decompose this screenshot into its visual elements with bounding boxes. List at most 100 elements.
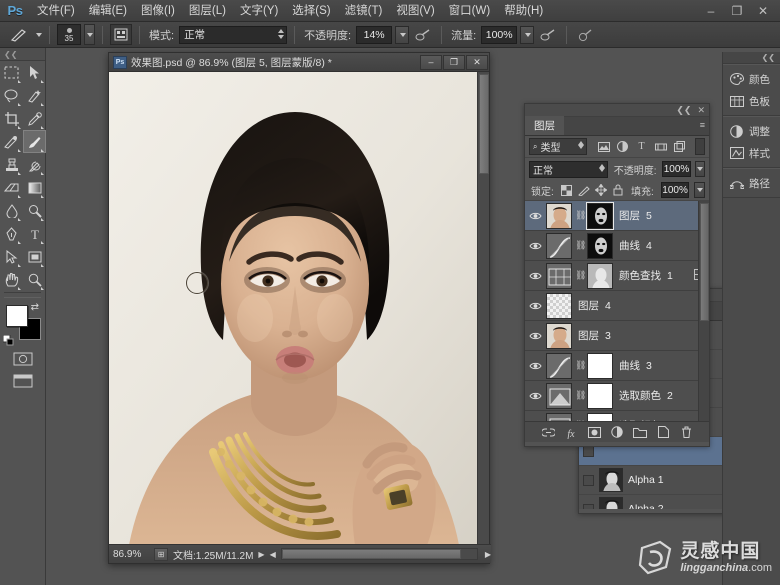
lasso-tool[interactable] [0, 84, 23, 107]
layer-visibility-icon[interactable] [527, 202, 543, 230]
mask-link-icon[interactable]: ⛓ [575, 420, 586, 421]
type-filter-icon[interactable]: T [633, 138, 650, 155]
smart-object-filter-icon[interactable] [671, 138, 688, 155]
layer-mask-thumbnail[interactable] [587, 262, 613, 289]
crop-tool[interactable] [0, 107, 23, 130]
move-tool[interactable] [23, 61, 46, 84]
layers-close-icon[interactable]: ✕ [697, 105, 705, 116]
document-titlebar[interactable]: Ps 效果图.psd @ 86.9% (图层 5, 图层蒙版/8) * – ❐ … [109, 53, 489, 72]
hand-tool[interactable] [0, 268, 23, 291]
filter-toggle-switch[interactable] [695, 138, 705, 155]
brush-preview-caret-icon[interactable] [36, 32, 42, 37]
menu-item-8[interactable]: 窗口(W) [442, 0, 498, 22]
screen-mode-button[interactable] [0, 370, 46, 392]
menu-item-0[interactable]: 文件(F) [30, 0, 82, 22]
layers-scrollbar[interactable] [698, 201, 709, 421]
layer-mask-thumbnail[interactable] [587, 232, 613, 259]
layers-scroll-thumb[interactable] [700, 203, 709, 321]
flow-dropdown[interactable] [520, 25, 535, 44]
dock-item-color-palette[interactable]: 颜色 [723, 68, 780, 90]
history-brush-tool[interactable] [23, 153, 46, 176]
mask-link-icon[interactable]: ⛓ [575, 360, 586, 371]
brush-tool[interactable] [23, 130, 46, 153]
toolbar-collapse-handle[interactable]: ❮❮ [0, 48, 45, 61]
zoom-level[interactable]: 86.9% [113, 549, 149, 560]
mask-link-icon[interactable]: ⛓ [575, 390, 586, 401]
status-expand-icon[interactable]: ▶ [258, 550, 264, 559]
image-filter-icon[interactable] [595, 138, 612, 155]
new-layer-icon[interactable] [656, 425, 670, 440]
layer-thumbnail[interactable] [546, 382, 572, 409]
document-minimize-button[interactable]: – [420, 54, 442, 70]
opacity-pressure-icon[interactable] [412, 24, 434, 45]
menu-item-2[interactable]: 图像(I) [134, 0, 182, 22]
dock-item-styles[interactable]: 样式 [723, 142, 780, 164]
image-canvas[interactable] [109, 72, 477, 545]
opacity-input[interactable]: 14% [356, 25, 393, 44]
quick-select-tool[interactable] [23, 84, 46, 107]
layer-thumbnail[interactable] [546, 292, 572, 319]
eyedropper-tool[interactable] [23, 107, 46, 130]
type-tool[interactable]: T [23, 222, 46, 245]
brush-preview-icon[interactable] [6, 25, 32, 45]
layer-row[interactable]: ⛓ 曲线 3 [525, 351, 709, 381]
layer-mask-thumbnail[interactable] [587, 382, 613, 409]
layer-visibility-icon[interactable] [527, 352, 543, 380]
eraser-tool[interactable] [0, 176, 23, 199]
brush-preset-dropdown[interactable] [84, 24, 95, 45]
lock-transparent-pixels-icon[interactable] [561, 183, 573, 197]
layers-collapse-icon[interactable]: ❮❮ [676, 105, 691, 116]
layer-row[interactable]: 图层 3 [525, 321, 709, 351]
layer-row[interactable]: ⛓ 曲线 4 [525, 231, 709, 261]
add-mask-icon[interactable] [587, 425, 601, 440]
document-maximize-button[interactable]: ❐ [443, 54, 465, 70]
layer-visibility-icon[interactable] [527, 382, 543, 410]
layer-list[interactable]: ⛓图层5⛓曲线4⛓颜色查找1图层4图层3⛓曲线3⛓选取颜色2⛓选取颜色1 [525, 201, 709, 421]
layer-row[interactable]: ⛓ 颜色查找 1 [525, 261, 709, 291]
canvas-area[interactable] [109, 72, 489, 545]
restore-button[interactable]: ❐ [724, 2, 750, 20]
lock-image-pixels-icon[interactable] [577, 183, 590, 197]
document-close-button[interactable]: ✕ [466, 54, 488, 70]
layer-filter-kind-select[interactable]: ⌕ 类型 [529, 138, 587, 155]
channel-visibility-checkbox[interactable] [583, 503, 594, 509]
layer-mask-thumbnail[interactable] [587, 352, 613, 379]
lock-all-icon[interactable] [612, 183, 624, 197]
layers-panel-menu-icon[interactable]: ≡ [700, 121, 705, 130]
menu-item-9[interactable]: 帮助(H) [497, 0, 550, 22]
layer-fill-dropdown[interactable] [694, 182, 706, 198]
scroll-left-icon[interactable]: ◀ [270, 550, 276, 559]
layer-fill-input[interactable]: 100% [660, 182, 690, 198]
layer-thumbnail[interactable] [546, 262, 572, 289]
layer-row[interactable]: 图层 4 [525, 291, 709, 321]
dock-item-swatches[interactable]: 色板 [723, 90, 780, 112]
mask-link-icon[interactable]: ⛓ [575, 240, 586, 251]
layer-visibility-icon[interactable] [527, 322, 543, 350]
layer-row[interactable]: ⛓ 选取颜色 2 [525, 381, 709, 411]
quick-mask-button[interactable] [0, 348, 46, 370]
channel-thumbnail[interactable] [599, 468, 623, 492]
layer-visibility-icon[interactable] [527, 412, 543, 422]
layer-row[interactable]: ⛓ 图层 5 [525, 201, 709, 231]
menu-item-1[interactable]: 编辑(E) [82, 0, 134, 22]
foreground-color-swatch[interactable] [6, 305, 28, 327]
brush-panel-toggle-icon[interactable] [110, 24, 132, 45]
blur-tool[interactable] [0, 199, 23, 222]
opacity-dropdown[interactable] [395, 25, 410, 44]
menu-item-3[interactable]: 图层(L) [182, 0, 233, 22]
lock-position-icon[interactable] [594, 183, 607, 197]
flow-pressure-icon[interactable] [574, 24, 596, 45]
healing-brush-tool[interactable] [0, 130, 23, 153]
tab-layers[interactable]: 图层 [525, 116, 564, 135]
path-select-tool[interactable] [0, 245, 23, 268]
layer-thumbnail[interactable] [546, 232, 572, 259]
delete-layer-icon[interactable] [679, 425, 693, 440]
shape-tool[interactable] [23, 245, 46, 268]
layer-visibility-icon[interactable] [527, 292, 543, 320]
status-grip-icon[interactable]: ⊞ [154, 547, 168, 561]
mask-link-icon[interactable]: ⛓ [575, 270, 586, 281]
zoom-tool[interactable] [23, 268, 46, 291]
adjustment-filter-icon[interactable] [614, 138, 631, 155]
menu-item-4[interactable]: 文字(Y) [233, 0, 285, 22]
layer-visibility-icon[interactable] [527, 232, 543, 260]
